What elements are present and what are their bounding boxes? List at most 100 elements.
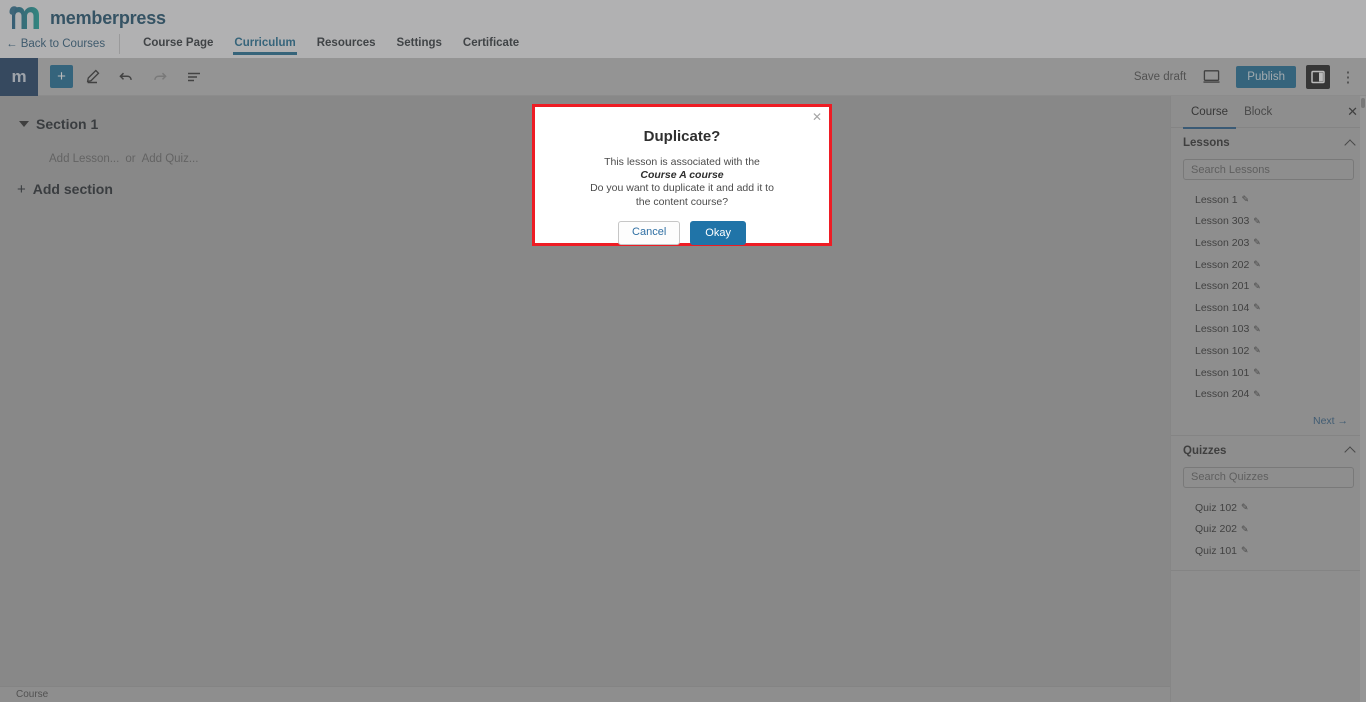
lessons-panel: Lessons Lesson 1✎ Lesson 303✎ Lesson 203… [1171,128,1366,436]
course-nav: ← Back to Courses Course Page Curriculum… [0,31,1366,57]
list-view-button[interactable] [179,63,209,91]
search-lessons-input[interactable] [1191,163,1346,176]
sidebar-tabs: Course Block ✕ [1171,96,1366,129]
editor-toolbar: m + Save draft Publish ⋮ [0,57,1366,96]
list-item[interactable]: Quiz 101 ✎ [1171,540,1366,562]
list-item[interactable]: Lesson 103 ✎ [1171,319,1366,341]
duplicate-confirm-dialog: ✕ Duplicate? This lesson is associated w… [532,104,832,246]
quiz-label: Quiz 102 [1195,501,1238,514]
memberpress-m-logo-icon [8,5,42,31]
pencil-icon[interactable]: ✎ [1253,346,1261,355]
tab-course-page[interactable]: Course Page [142,34,214,55]
pencil-icon[interactable]: ✎ [1253,303,1261,312]
redo-button[interactable] [145,63,175,91]
list-item[interactable]: Lesson 102 ✎ [1171,340,1366,362]
okay-button[interactable]: Okay [690,220,746,245]
lesson-label: Lesson 204 [1195,388,1250,401]
chevron-down-icon[interactable] [19,121,29,127]
brand-wordmark: memberpress [50,7,166,28]
add-section-label: Add section [32,181,113,197]
pencil-icon[interactable]: ✎ [1242,195,1250,204]
cancel-button[interactable]: Cancel [618,220,681,245]
pencil-icon[interactable]: ✎ [1253,368,1261,377]
lessons-panel-title: Lessons [1183,137,1230,149]
publish-button[interactable]: Publish [1236,65,1296,88]
lesson-label: Lesson 202 [1195,258,1250,271]
wordpress-editor-logo-icon[interactable]: m [0,57,38,96]
close-icon[interactable]: ✕ [812,111,822,123]
or-label: or [125,153,136,165]
search-lessons-field[interactable] [1183,159,1354,180]
desktop-preview-icon[interactable] [1196,63,1226,91]
list-item[interactable]: Lesson 202 ✎ [1171,254,1366,276]
add-block-button[interactable]: + [50,65,73,88]
brand-row: memberpress [0,0,1366,31]
breadcrumb-statusbar: Course [0,686,1170,702]
dialog-message-line-2: Do you want to duplicate it and add it t… [590,182,774,195]
lessons-panel-header[interactable]: Lessons [1171,128,1366,158]
list-item[interactable]: Lesson 101 ✎ [1171,362,1366,384]
add-lesson-link[interactable]: Add Lesson... [49,153,119,165]
pencil-icon[interactable]: ✎ [1253,389,1261,399]
tab-curriculum[interactable]: Curriculum [233,34,298,55]
editor-left-tools: + [38,63,209,91]
pencil-icon[interactable]: ✎ [1253,324,1261,334]
dialog-message-line-3: the content course? [635,195,729,208]
tab-settings[interactable]: Settings [396,34,443,55]
pencil-icon[interactable]: ✎ [1253,216,1261,226]
tab-certificate[interactable]: Certificate [462,34,520,55]
scrollbar-thumb[interactable] [1361,98,1365,108]
quizzes-panel: Quizzes Quiz 102✎ Quiz 202✎ Quiz 101✎ [1171,436,1366,571]
lesson-label: Lesson 104 [1195,301,1250,314]
tab-course[interactable]: Course [1183,96,1237,129]
lessons-list: Lesson 1 ✎ Lesson 303 ✎ Lesson 203 ✎ Lesson… [1171,189,1366,413]
save-draft-button[interactable]: Save draft [1134,71,1186,83]
settings-sidebar-icon[interactable] [1306,64,1330,89]
undo-button[interactable] [111,63,141,91]
edit-tool-button[interactable] [77,63,107,91]
course-tabs: Course Page Curriculum Resources Setting… [120,34,520,55]
pencil-icon[interactable]: ✎ [1253,281,1261,291]
chevron-up-icon[interactable] [1344,446,1356,459]
pencil-icon[interactable]: ✎ [1253,260,1261,269]
quiz-label: Quiz 101 [1195,544,1238,557]
pencil-icon[interactable]: ✎ [1253,238,1261,247]
list-item[interactable]: Quiz 202 ✎ [1171,519,1366,541]
sidebar-scrollbar[interactable] [1360,96,1366,702]
list-item[interactable]: Lesson 201 ✎ [1171,275,1366,297]
editor-right-tools: Save draft Publish ⋮ [1134,63,1366,91]
quizzes-list: Quiz 102 ✎ Quiz 202 ✎ Quiz 101 ✎ [1171,497,1366,570]
lessons-next-link[interactable]: Next → [1171,413,1366,435]
kebab-menu-icon[interactable]: ⋮ [1340,68,1356,86]
breadcrumb: Course [16,689,49,700]
memberpress-header: memberpress ← Back to Courses Course Pag… [0,0,1366,58]
lesson-label: Lesson 102 [1195,344,1250,357]
chevron-up-icon[interactable] [1344,138,1356,151]
pencil-icon[interactable]: ✎ [1241,524,1249,534]
dialog-actions: Cancel Okay [535,220,829,245]
lesson-label: Lesson 203 [1195,236,1250,249]
tab-resources[interactable]: Resources [316,34,377,55]
lesson-label: Lesson 201 [1195,280,1250,293]
quizzes-panel-header[interactable]: Quizzes [1171,436,1366,466]
search-quizzes-input[interactable] [1191,471,1346,484]
lesson-label: Lesson 1 [1195,193,1238,206]
dialog-title: Duplicate? [643,128,721,145]
tab-block[interactable]: Block [1236,96,1280,128]
list-item[interactable]: Lesson 1 ✎ [1171,189,1366,211]
list-item[interactable]: Lesson 204 ✎ [1171,383,1366,405]
list-item[interactable]: Lesson 203 ✎ [1171,232,1366,254]
list-item[interactable]: Lesson 303 ✎ [1171,211,1366,233]
lesson-label: Lesson 303 [1195,215,1250,228]
back-to-courses-link[interactable]: ← Back to Courses [6,34,121,54]
dialog-message: This lesson is associated with the Cours… [535,145,829,209]
close-sidebar-icon[interactable]: ✕ [1347,104,1358,120]
search-quizzes-field[interactable] [1183,466,1354,488]
list-item[interactable]: Quiz 102 ✎ [1171,497,1366,519]
list-item[interactable]: Lesson 104 ✎ [1171,297,1366,319]
pencil-icon[interactable]: ✎ [1241,546,1249,555]
settings-sidebar: Course Block ✕ Lessons Lesson 1 ✎ Lesson … [1170,96,1366,702]
pencil-icon[interactable]: ✎ [1241,503,1249,512]
quiz-label: Quiz 202 [1195,523,1238,536]
add-quiz-link[interactable]: Add Quiz... [142,153,199,165]
